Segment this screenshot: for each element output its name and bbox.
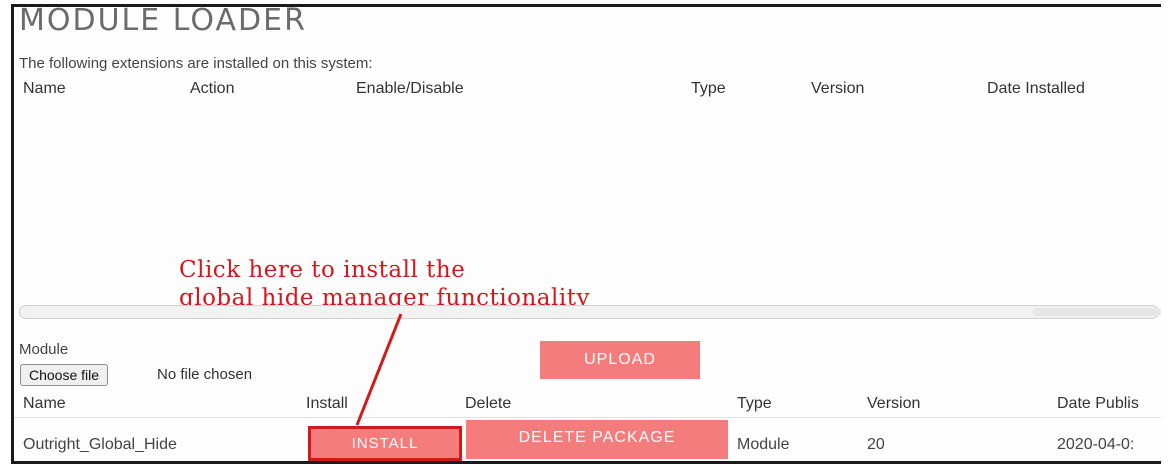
module-loader-panel: MODULE LOADER The following extensions a… (11, 4, 1161, 464)
annotation-arrow (355, 313, 403, 426)
annotation-arrow-line (355, 313, 403, 426)
